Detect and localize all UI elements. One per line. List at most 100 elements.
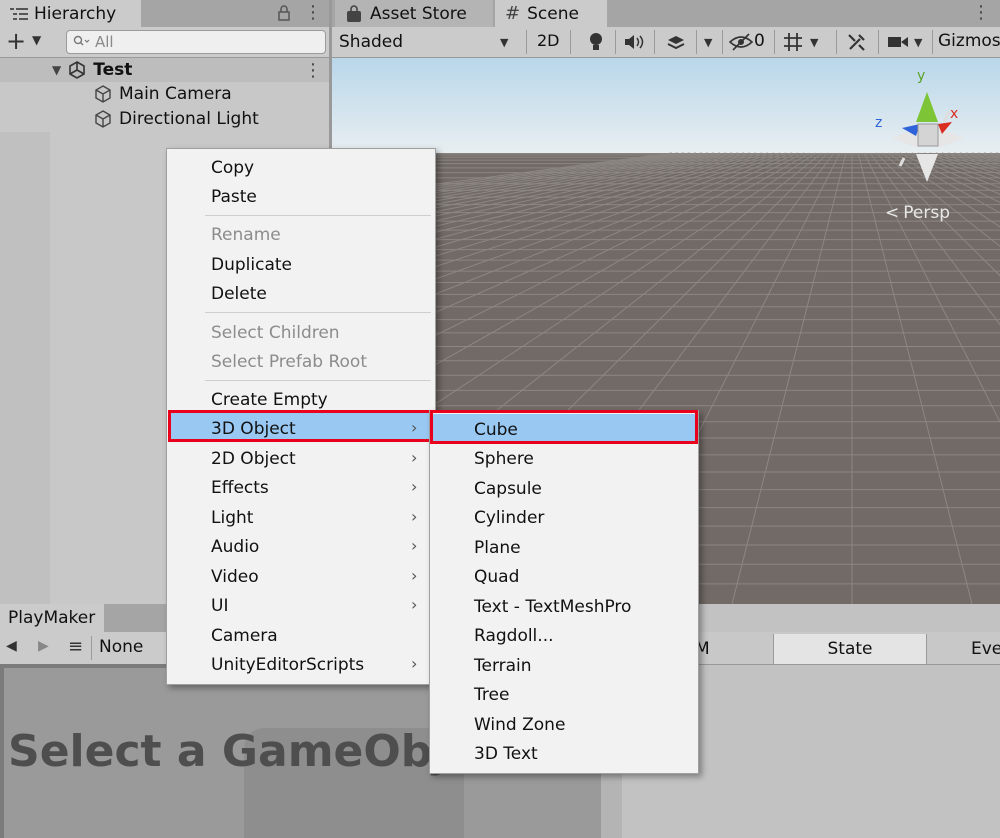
submenu-arrow-icon: ›	[411, 536, 418, 555]
grid-snap-icon[interactable]	[783, 32, 803, 52]
menu-item-audio[interactable]: Audio	[211, 533, 259, 561]
tab-events[interactable]: Eve	[926, 634, 1000, 664]
hierarchy-gutter	[0, 132, 50, 604]
submenu-item-sphere[interactable]: Sphere	[474, 445, 534, 473]
menu-item-select-prefab-root: Select Prefab Root	[211, 352, 367, 372]
submenu-item-quad[interactable]: Quad	[474, 563, 519, 591]
toolbar-separator	[570, 30, 571, 54]
lock-icon[interactable]	[276, 5, 292, 21]
submenu-item-3d-text[interactable]: 3D Text	[474, 740, 538, 768]
hidden-eye-icon[interactable]	[729, 33, 753, 51]
chevron-down-icon[interactable]: ▼	[704, 36, 712, 49]
camera-icon[interactable]	[887, 35, 909, 49]
search-input[interactable]: All	[66, 30, 326, 54]
scene-root-row[interactable]: ▼ Test ⋮	[0, 58, 329, 82]
toolbar-separator	[836, 30, 837, 54]
shading-mode-dropdown[interactable]: Shaded	[339, 30, 403, 54]
hierarchy-item[interactable]: Main Camera	[0, 82, 329, 106]
playmaker-tab-label: PlayMaker	[8, 608, 96, 628]
menu-item-delete[interactable]: Delete	[211, 280, 267, 308]
tab-playmaker[interactable]: PlayMaker	[0, 604, 104, 632]
scene-name: Test	[93, 60, 133, 80]
search-icon	[73, 35, 90, 46]
tab-fsm[interactable]: M	[695, 634, 773, 664]
tools-icon[interactable]	[847, 32, 867, 52]
submenu-item-wind-zone[interactable]: Wind Zone	[474, 711, 565, 739]
tab-asset-store[interactable]: Asset Store	[335, 0, 493, 27]
menu-item-copy[interactable]: Copy	[211, 154, 254, 182]
prev-arrow-icon[interactable]: ◀	[6, 638, 17, 654]
menu-item-light[interactable]: Light	[211, 504, 253, 532]
list-icon	[10, 7, 28, 20]
submenu-item-terrain[interactable]: Terrain	[474, 652, 532, 680]
submenu-item-capsule[interactable]: Capsule	[474, 475, 542, 503]
submenu-item-text-textmeshpro[interactable]: Text - TextMeshPro	[474, 593, 631, 621]
submenu-item-plane[interactable]: Plane	[474, 534, 521, 562]
menu-item-video[interactable]: Video	[211, 563, 259, 591]
chevron-down-icon: ▼	[500, 36, 509, 49]
toolbar-separator	[91, 636, 92, 660]
chevron-down-icon[interactable]: ▼	[914, 36, 922, 49]
menu-item-duplicate[interactable]: Duplicate	[211, 251, 292, 279]
audio-speaker-icon[interactable]	[624, 34, 646, 50]
fsm-list-icon[interactable]: ≡	[68, 636, 83, 657]
kebab-menu-icon[interactable]: ⋮	[304, 2, 322, 23]
axis-x-label: x	[950, 106, 959, 122]
menu-separator	[205, 380, 431, 381]
hierarchy-toolbar: + ▼ All	[0, 27, 329, 58]
menu-item-paste[interactable]: Paste	[211, 183, 257, 211]
submenu-arrow-icon: ›	[411, 595, 418, 614]
hierarchy-item-label: Directional Light	[119, 109, 259, 129]
tab-scene-label: Scene	[527, 3, 579, 24]
menu-item-2d-object[interactable]: 2D Object	[211, 445, 296, 473]
scene-kebab-icon[interactable]: ⋮	[972, 2, 990, 23]
toolbar-separator	[878, 30, 879, 54]
menu-item-unityeditorscripts[interactable]: UnityEditorScripts	[211, 651, 364, 679]
axis-y-label: y	[917, 68, 926, 84]
chevron-down-icon[interactable]: ▼	[810, 36, 818, 49]
expand-arrow-icon[interactable]: ▼	[52, 63, 61, 77]
effects-layers-icon[interactable]	[666, 32, 686, 52]
2d-toggle-button[interactable]: 2D	[537, 31, 560, 50]
gameobject-cube-icon	[95, 85, 111, 103]
toolbar-separator	[696, 30, 697, 54]
search-placeholder: All	[95, 33, 114, 51]
submenu-item-tree[interactable]: Tree	[474, 681, 509, 709]
annotation-highlight-3d-object	[168, 410, 433, 442]
grid-icon: #	[505, 3, 521, 24]
tab-hierarchy[interactable]: Hierarchy	[0, 0, 141, 27]
scene-options-icon[interactable]: ⋮	[304, 60, 322, 81]
menu-item-effects[interactable]: Effects	[211, 474, 269, 502]
tab-state[interactable]: State	[773, 634, 926, 664]
orientation-gizmo[interactable]	[872, 62, 982, 192]
submenu-arrow-icon: ›	[411, 448, 418, 467]
hierarchy-item[interactable]: Directional Light	[0, 107, 329, 131]
submenu-arrow-icon: ›	[411, 654, 418, 673]
persp-toggle[interactable]: < Persp	[885, 203, 950, 223]
menu-separator	[205, 215, 431, 216]
menu-item-rename: Rename	[211, 225, 281, 245]
menu-item-ui[interactable]: UI	[211, 592, 228, 620]
toolbar-separator	[526, 30, 527, 54]
submenu-3d-object: Cube Sphere Capsule Cylinder Plane Quad …	[429, 410, 699, 774]
menu-item-select-children: Select Children	[211, 323, 340, 343]
unity-scene-icon	[69, 61, 86, 79]
submenu-arrow-icon: ›	[411, 566, 418, 585]
fsm-select-dropdown[interactable]: None	[99, 637, 143, 657]
submenu-item-ragdoll[interactable]: Ragdoll...	[474, 622, 554, 650]
next-arrow-icon[interactable]: ▶	[38, 638, 49, 654]
submenu-arrow-icon: ›	[411, 477, 418, 496]
scene-toolbar: Shaded ▼ 2D ▼ 0 ▼ ▼ Gizmos	[332, 27, 1000, 58]
persp-chevron-icon: <	[885, 203, 900, 223]
submenu-item-cylinder[interactable]: Cylinder	[474, 504, 544, 532]
chevron-down-icon[interactable]: ▼	[32, 33, 41, 47]
shopping-bag-icon	[347, 4, 361, 22]
lighting-bulb-icon[interactable]	[588, 32, 604, 52]
gizmos-dropdown[interactable]: Gizmos	[938, 31, 1000, 51]
toolbar-separator	[722, 30, 723, 54]
add-icon[interactable]: +	[6, 27, 26, 55]
tab-scene[interactable]: # Scene	[495, 0, 607, 27]
menu-item-camera[interactable]: Camera	[211, 622, 278, 650]
annotation-highlight-cube	[430, 410, 698, 444]
gameobject-cube-icon	[95, 110, 111, 128]
